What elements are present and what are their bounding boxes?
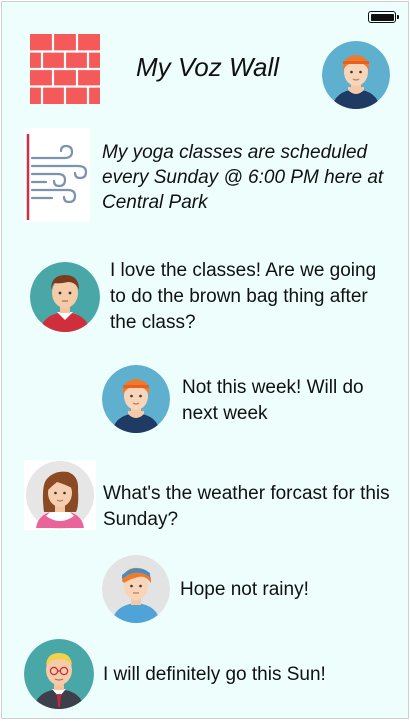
woman-avatar[interactable]: [24, 460, 96, 530]
profile-avatar[interactable]: [322, 41, 390, 109]
message-text: I will definitely go this Sun!: [103, 664, 326, 685]
message-text: Not this week! Will do next week: [182, 377, 364, 424]
old-man-avatar[interactable]: [24, 639, 94, 709]
teen-boy-avatar[interactable]: [102, 555, 170, 623]
message-text: Hope not rainy!: [180, 579, 309, 600]
boy-avatar[interactable]: [30, 262, 100, 332]
post-text: My yoga classes are scheduled every Sund…: [102, 142, 384, 213]
message-text: What's the weather forcast for this Sund…: [103, 483, 390, 530]
page-title: My Voz Wall: [136, 52, 280, 82]
app-screen: My Voz Wall My yoga classes are schedule…: [1, 1, 409, 719]
wind-weather-icon: [24, 128, 90, 222]
status-bar: [2, 2, 408, 26]
battery-icon: [368, 11, 399, 23]
redhead-avatar[interactable]: [102, 365, 170, 433]
brick-wall-icon: [30, 34, 100, 104]
message-text: I love the classes! Are we going to do t…: [110, 260, 377, 333]
